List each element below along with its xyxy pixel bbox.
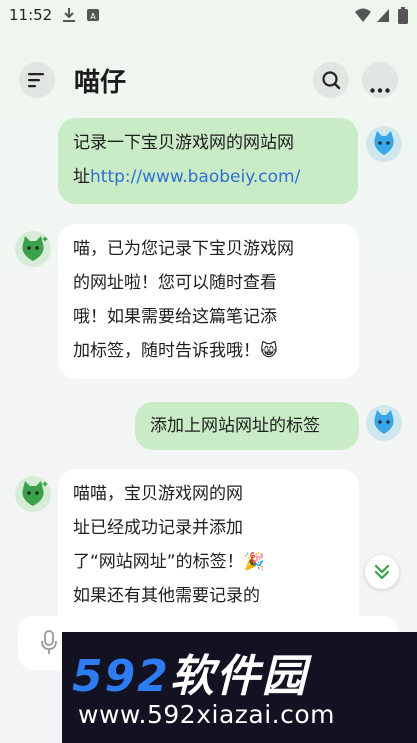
search-icon xyxy=(321,70,341,94)
chevron-double-down-icon xyxy=(374,563,390,585)
user-message: 添加上网站网址的标签 xyxy=(135,402,359,450)
watermark-logo: 592软件园 www.592xiazai.com xyxy=(62,632,417,743)
message-text: 址 xyxy=(73,167,90,187)
search-button[interactable] xyxy=(313,62,349,98)
svg-text:A: A xyxy=(90,12,96,21)
status-bar: 11:52 A xyxy=(0,0,417,32)
more-button[interactable] xyxy=(362,62,398,98)
microphone-icon[interactable] xyxy=(40,630,58,660)
bot-avatar xyxy=(15,476,51,512)
watermark-brand: 592软件园 xyxy=(72,640,308,704)
user-avatar xyxy=(366,126,402,162)
watermark-brand-number: 592 xyxy=(72,651,170,702)
message-text: 添加上网站网址的标签 xyxy=(150,416,320,436)
wifi-icon xyxy=(354,7,372,27)
bot-avatar xyxy=(15,231,51,267)
watermark-url: www.592xiazai.com xyxy=(78,700,335,729)
message-text: 如果还有其他需要记录的 xyxy=(73,586,260,606)
signal-icon xyxy=(376,7,390,27)
message-text: 了“网站网址”的标签！🎉 xyxy=(73,552,265,572)
user-message: 记录一下宝贝游戏网的网站网 址http://www.baobeiy.com/ xyxy=(58,118,358,204)
message-text: 加标签，随时告诉我哦！😸 xyxy=(73,341,278,361)
more-icon xyxy=(370,78,390,97)
message-text: 记录一下宝贝游戏网的网站网 xyxy=(73,133,294,153)
bot-message: 喵，已为您记录下宝贝游戏网 的网址啦！您可以随时查看 哦！如果需要给这篇笔记添 … xyxy=(58,224,359,379)
status-time: 11:52 xyxy=(9,6,53,24)
bot-message: 喵喵，宝贝游戏网的网 址已经成功记录并添加 了“网站网址”的标签！🎉 如果还有其… xyxy=(58,469,359,619)
battery-icon xyxy=(398,7,408,28)
watermark-brand-name: 软件园 xyxy=(169,651,308,702)
website-link[interactable]: http://www.baobeiy.com/ xyxy=(90,167,300,187)
chat-title: 喵仔 xyxy=(74,68,127,98)
message-text: 址已经成功记录并添加 xyxy=(73,518,243,538)
message-text: 喵喵，宝贝游戏网的网 xyxy=(73,484,243,504)
menu-button[interactable] xyxy=(19,62,55,98)
message-text-line2: 址http://www.baobeiy.com/ xyxy=(73,160,343,194)
message-text: 的网址啦！您可以随时查看 xyxy=(73,273,277,293)
message-text: 哦！如果需要给这篇笔记添 xyxy=(73,307,277,327)
app-header: 喵仔 xyxy=(0,58,417,102)
message-text: 喵，已为您记录下宝贝游戏网 xyxy=(73,239,294,259)
user-avatar xyxy=(366,405,402,441)
download-icon xyxy=(62,7,76,27)
menu-icon xyxy=(28,72,46,92)
scroll-to-bottom-button[interactable] xyxy=(365,555,399,589)
sim-icon: A xyxy=(86,7,100,27)
